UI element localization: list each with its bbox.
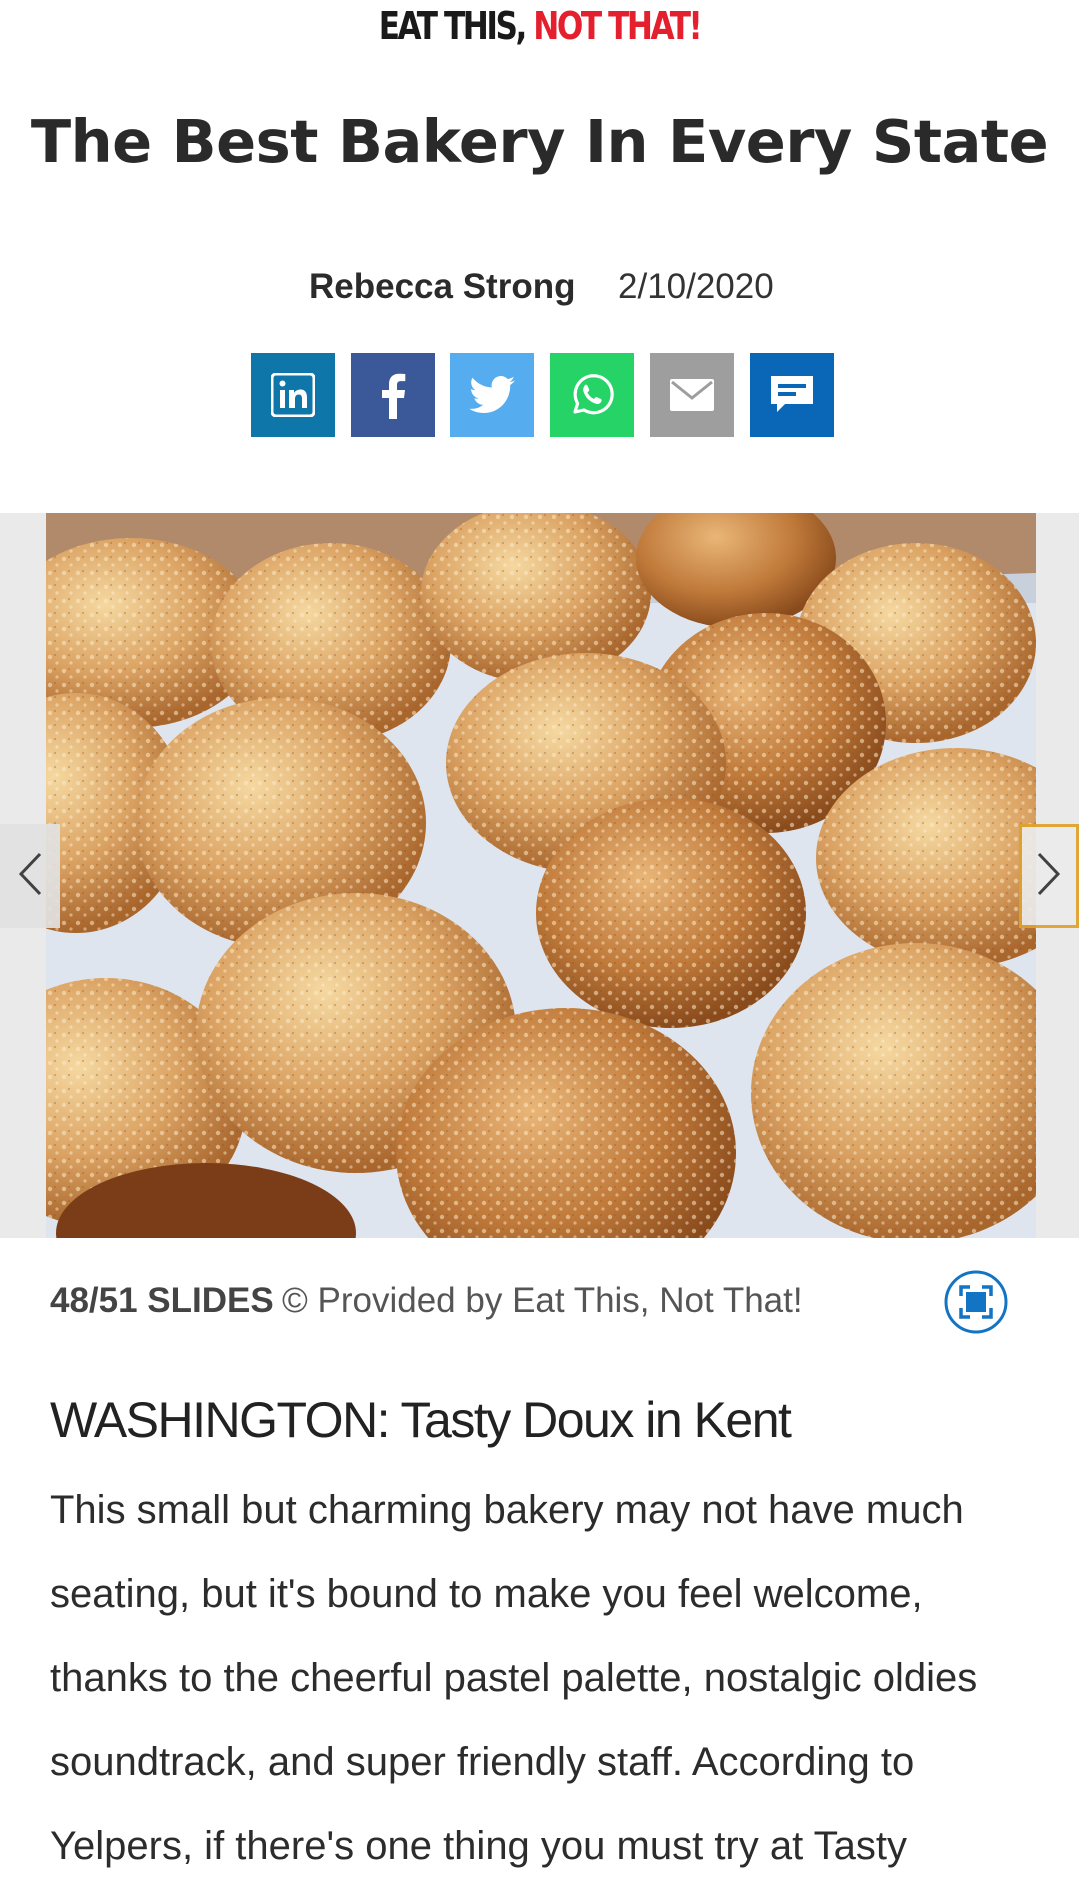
image-credit: © Provided by Eat This, Not That! [282,1281,803,1320]
chevron-right-icon [1037,852,1061,901]
linkedin-share-button[interactable] [251,353,335,437]
comment-icon [771,376,813,414]
slide-caption: 48/51 SLIDES © Provided by Eat This, Not… [0,1270,1079,1334]
publish-date: 2/10/2020 [618,267,774,306]
previous-slide-button[interactable] [0,824,60,928]
fullscreen-button[interactable] [944,1270,1008,1334]
email-share-button[interactable] [650,353,734,437]
photo-gallery [0,513,1079,1238]
slide-counter: 48/51 SLIDES [50,1281,274,1320]
twitter-icon [469,376,515,414]
comment-button[interactable] [750,353,834,437]
fullscreen-icon [944,1270,1008,1342]
linkedin-icon [271,373,315,417]
logo-text-part2: NOT THAT! [533,4,702,48]
byline: Rebecca Strong 2/10/2020 [0,262,1079,312]
facebook-share-button[interactable] [351,353,435,437]
facebook-icon [378,371,408,419]
page-title: The Best Bakery In Every State [30,107,1049,176]
whatsapp-icon [569,372,615,418]
chevron-left-icon [18,852,42,901]
site-logo[interactable]: EAT THIS, NOT THAT! [97,0,982,52]
slide-image-cream-puffs[interactable] [46,513,1036,1238]
section-body: This small but charming bakery may not h… [50,1488,978,1868]
logo-text-part1: EAT THIS, [378,4,534,48]
section-heading: WASHINGTON: Tasty Doux in Kent [50,1392,792,1448]
next-slide-button[interactable] [1019,824,1079,928]
twitter-share-button[interactable] [450,353,534,437]
author-name[interactable]: Rebecca Strong [309,262,575,312]
email-icon [670,379,714,411]
whatsapp-share-button[interactable] [550,353,634,437]
